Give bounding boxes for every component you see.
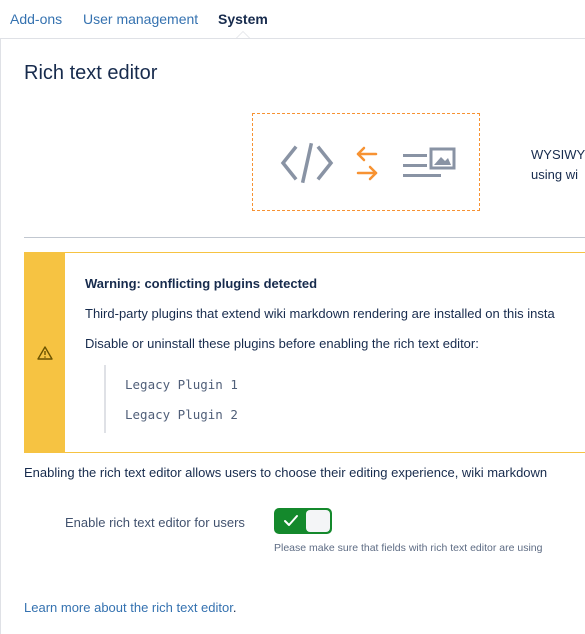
page-title: Rich text editor (24, 62, 158, 84)
active-tab-caret (236, 31, 250, 38)
learn-more-link-text[interactable]: Learn more about the rich text editor (24, 600, 233, 615)
toggle-knob (306, 510, 330, 532)
warning-panel: Warning: conflicting plugins detected Th… (24, 252, 585, 453)
illustration-svg (280, 142, 456, 184)
checkmark-icon (284, 515, 298, 526)
warning-instruction: Disable or uninstall these plugins befor… (85, 336, 479, 351)
tab-add-ons[interactable]: Add-ons (10, 11, 62, 27)
tab-system[interactable]: System (218, 11, 268, 27)
plugin-item: Legacy Plugin 1 (125, 377, 238, 392)
section-divider (24, 237, 585, 238)
tab-user-management[interactable]: User management (83, 11, 198, 27)
swap-arrows-icon (356, 146, 378, 181)
wysiwyg-line-2: using wi (531, 167, 578, 182)
learn-more-link[interactable]: Learn more about the rich text editor. (24, 600, 236, 615)
plugin-list-rule (104, 365, 106, 433)
enable-rich-text-toggle[interactable] (274, 508, 332, 534)
top-tabs: Add-ons User management System (0, 0, 585, 39)
editor-illustration (252, 113, 480, 211)
warning-message: Third-party plugins that extend wiki mar… (85, 306, 555, 321)
feature-description: Enabling the rich text editor allows use… (24, 465, 548, 480)
warning-bar (25, 253, 65, 452)
wysiwyg-line-1: WYSIWY (531, 147, 585, 162)
plugin-item: Legacy Plugin 2 (125, 407, 238, 422)
code-icon (280, 142, 334, 184)
content-divider (0, 39, 1, 634)
enable-setting-label: Enable rich text editor for users (65, 515, 245, 530)
warning-icon (37, 346, 53, 360)
warning-title: Warning: conflicting plugins detected (85, 276, 318, 291)
learn-more-period: . (232, 600, 237, 615)
wysiwyg-description: WYSIWY using wi (531, 145, 585, 185)
setting-help-text: Please make sure that fields with rich t… (274, 542, 543, 554)
rich-text-image-icon (403, 147, 456, 177)
